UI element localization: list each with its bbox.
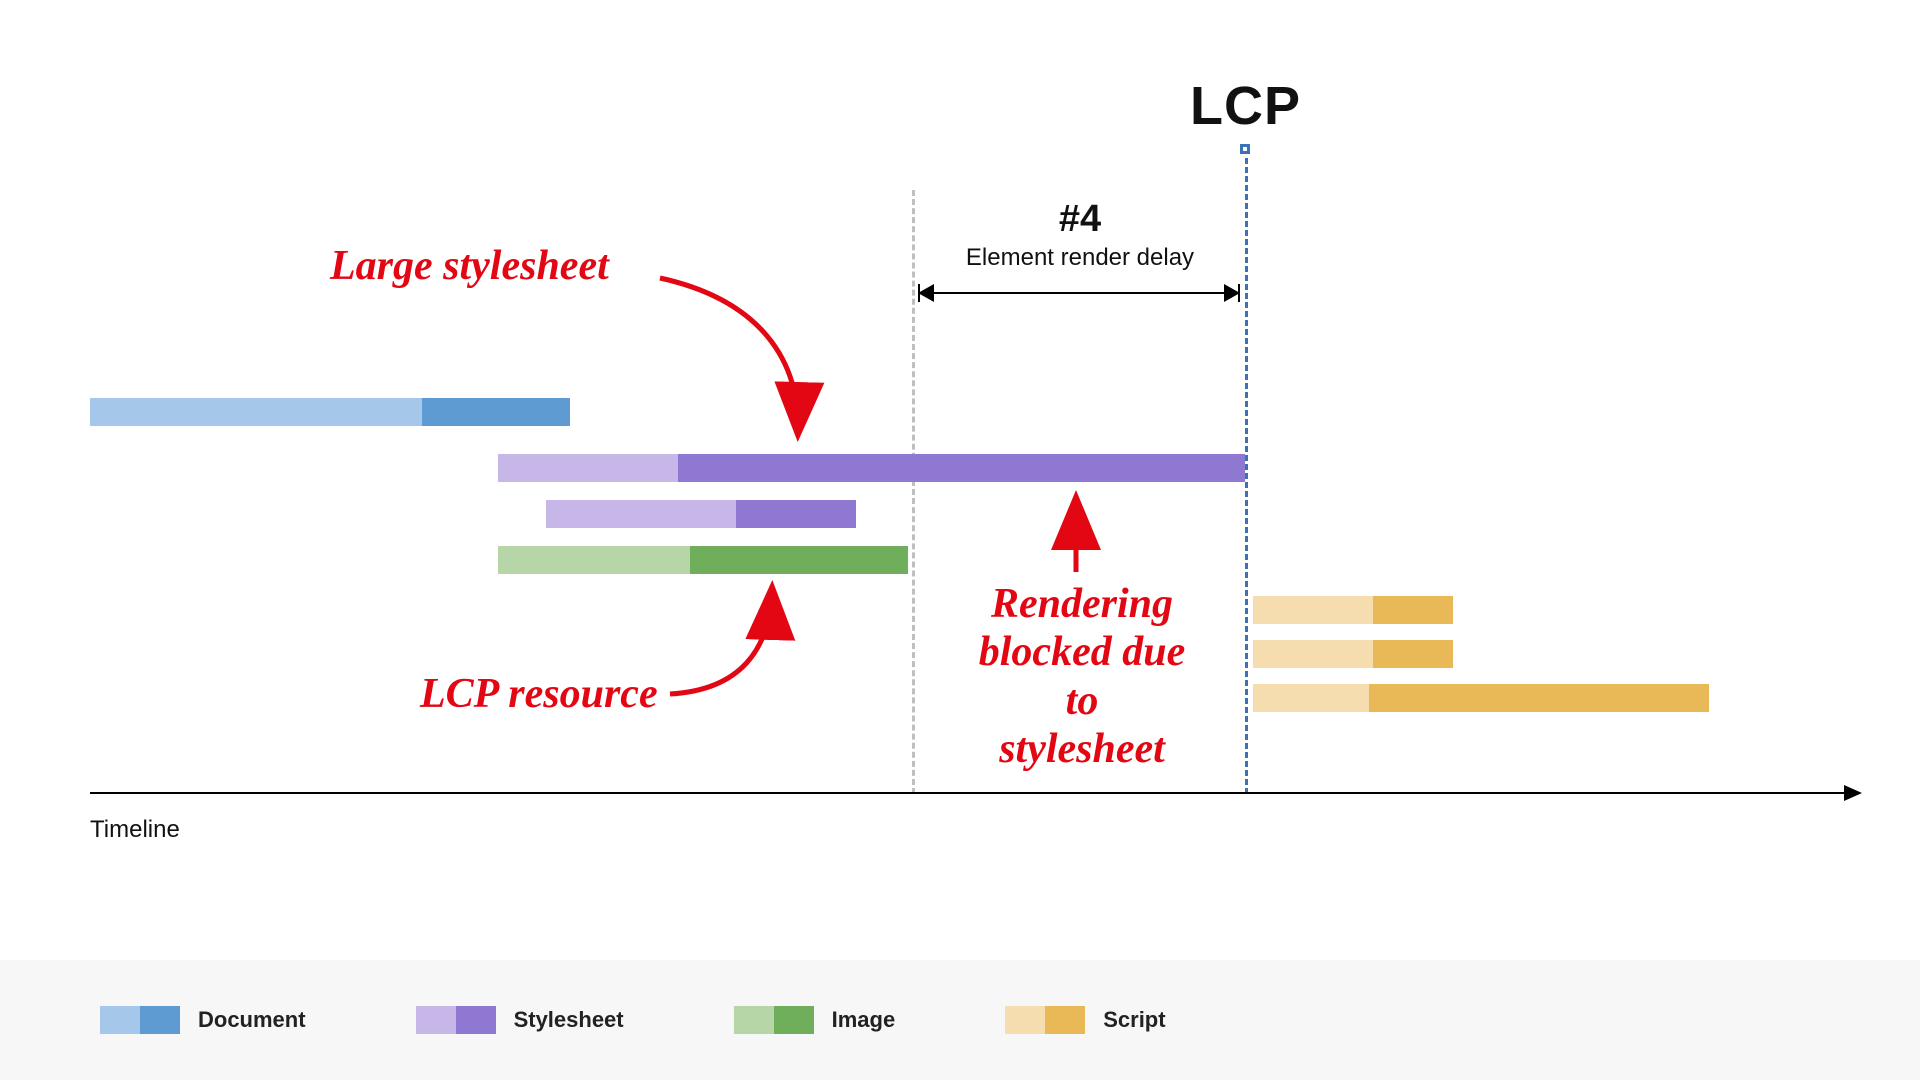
bar-script-3 [1253,684,1709,712]
lcp-marker-line [1245,158,1248,794]
legend-swatch [100,1006,180,1034]
legend-item-document: Document [100,1006,306,1034]
axis-label: Timeline [90,816,180,844]
legend-swatch [734,1006,814,1034]
arrow-blocked [0,0,1920,1080]
bar-stylesheet-2 [546,500,856,528]
legend-swatch [1005,1006,1085,1034]
arrow-lcp-resource [0,0,1920,1080]
bar-script-1 [1253,596,1453,624]
phase-number: #4 [1010,198,1150,241]
anno-lcp-resource: LCP resource [420,670,658,718]
phase-subtitle: Element render delay [938,244,1222,272]
bar-stylesheet-large [498,454,1245,482]
anno-large-stylesheet: Large stylesheet [330,242,609,290]
legend-label: Stylesheet [514,1007,624,1033]
bar-image-lcp [498,546,908,574]
legend-swatch [416,1006,496,1034]
render-block-start-line [912,190,915,794]
legend-label: Image [832,1007,896,1033]
diagram-canvas: LCP #4 Element render delay Timeline Lar… [0,0,1920,1080]
arrow-large-stylesheet [0,0,1920,1080]
legend-item-image: Image [734,1006,896,1034]
phase-bracket [918,292,1240,294]
timeline-axis [90,792,1860,794]
anno-blocked: Rendering blocked due to stylesheet [962,580,1202,773]
legend-label: Document [198,1007,306,1033]
lcp-marker-cap [1240,144,1250,154]
bar-document [90,398,570,426]
legend-item-script: Script [1005,1006,1165,1034]
legend-item-stylesheet: Stylesheet [416,1006,624,1034]
legend-label: Script [1103,1007,1165,1033]
lcp-title: LCP [1190,75,1301,137]
legend: Document Stylesheet Image Script [0,960,1920,1080]
bar-script-2 [1253,640,1453,668]
